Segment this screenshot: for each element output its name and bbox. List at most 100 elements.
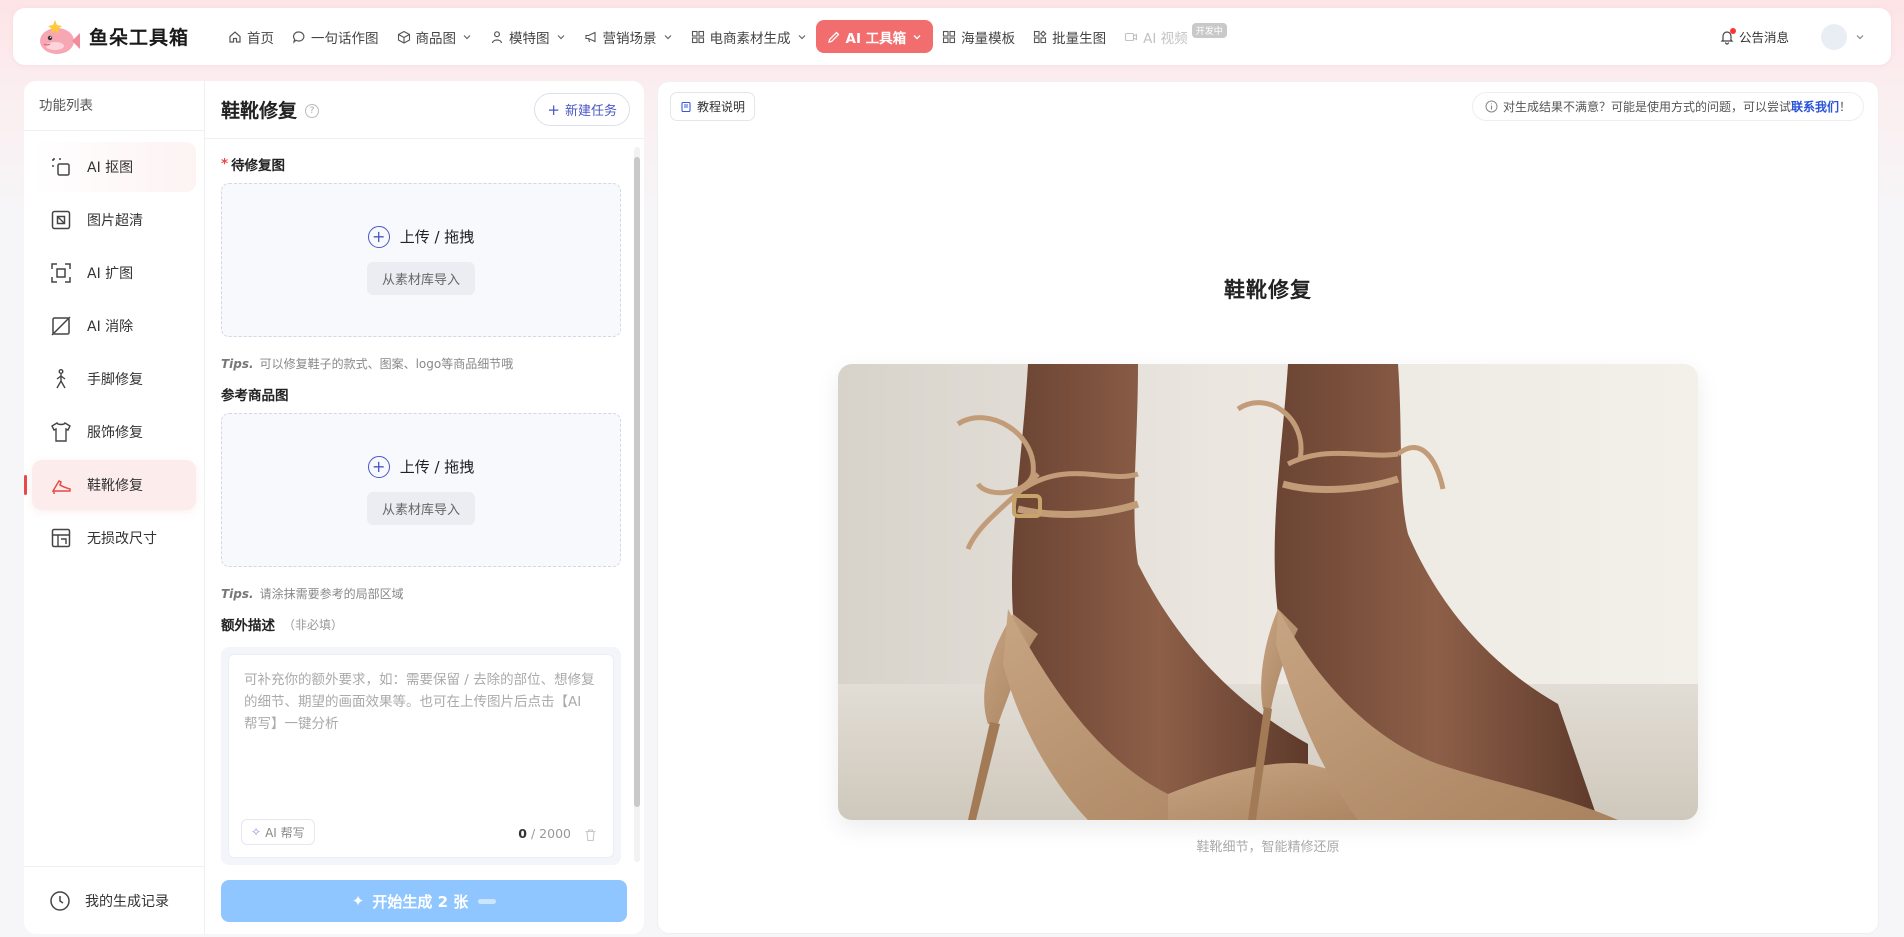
sidebar-item-ai-erase[interactable]: AI 消除 xyxy=(32,301,196,351)
shoe-photo-illustration xyxy=(838,364,1698,820)
trash-icon[interactable] xyxy=(584,828,597,842)
upload-label: 上传 / 拖拽 xyxy=(399,458,475,476)
chevron-down-icon xyxy=(912,32,922,42)
plus-circle-icon: + xyxy=(367,455,390,478)
optional-hint: （非必填） xyxy=(283,617,344,632)
nav-product-image[interactable]: 商品图 xyxy=(388,20,482,53)
active-indicator xyxy=(24,475,27,495)
form-scrollbar[interactable] xyxy=(634,147,640,862)
nav-marketing-scene-label: 营销场景 xyxy=(602,30,657,47)
nav-product-image-label: 商品图 xyxy=(415,30,457,47)
chevron-down-icon[interactable] xyxy=(1855,32,1865,42)
page-title: 鞋靴修复 xyxy=(221,100,298,122)
pen-icon xyxy=(827,30,841,44)
sidebar-history[interactable]: 我的生成记录 xyxy=(24,866,204,934)
sidebar-list: AI 抠图 图片超清 AI 扩图 AI 消除 手脚修复 服饰修复 鞋靴修复 无损… xyxy=(24,131,204,563)
generate-button[interactable]: ✦ 开始生成 2 张 xyxy=(221,880,627,922)
nav-batch-generate[interactable]: 批量生图 xyxy=(1024,20,1115,53)
nav-ecommerce-material[interactable]: 电商素材生成 xyxy=(682,20,816,53)
preview-panel: 教程说明 对生成结果不满意？可能是使用方式的问题，可以尝试 联系我们 ！ 鞋靴修… xyxy=(657,81,1879,934)
section-label-description: 额外描述 （非必填） xyxy=(221,615,617,635)
nav-model-image[interactable]: 模特图 xyxy=(481,20,575,53)
help-icon[interactable]: ? xyxy=(305,103,320,118)
sidebar-item-label: AI 扩图 xyxy=(87,266,134,282)
notice-button[interactable]: 公告消息 xyxy=(1719,27,1789,46)
sidebar-item-label: 服饰修复 xyxy=(87,425,143,441)
info-icon xyxy=(1485,100,1498,113)
upload-action[interactable]: + 上传 / 拖拽 xyxy=(367,455,475,478)
sidebar-item-ai-cutout[interactable]: AI 抠图 xyxy=(32,142,196,192)
char-count: 0 xyxy=(518,826,527,841)
sidebar-item-ai-expand[interactable]: AI 扩图 xyxy=(32,248,196,298)
cutout-icon xyxy=(49,155,73,179)
megaphone-icon xyxy=(584,30,598,44)
nav-ai-toolbox[interactable]: AI 工具箱 xyxy=(815,20,934,53)
sharpen-icon xyxy=(49,208,73,232)
ai-write-button[interactable]: ✧ AI 帮写 xyxy=(241,819,315,845)
nav-templates-label: 海量模板 xyxy=(961,30,1016,47)
description-textarea[interactable]: 可补充你的额外要求，如：需要保留 / 去除的部位、想修复的细节、期望的画面效果等… xyxy=(228,654,614,858)
new-task-button[interactable]: + 新建任务 xyxy=(534,93,630,126)
contact-us-link[interactable]: 联系我们 xyxy=(1791,98,1839,115)
import-from-library-button[interactable]: 从素材库导入 xyxy=(366,491,475,525)
brand-name: 鱼朵工具箱 xyxy=(89,27,190,49)
nav-one-sentence[interactable]: 一句话作图 xyxy=(283,20,388,53)
fish-logo-icon xyxy=(40,19,80,54)
required-mark: * xyxy=(221,156,229,172)
sidebar-item-label: 手脚修复 xyxy=(87,372,143,388)
sidebar-item-hand-foot-fix[interactable]: 手脚修复 xyxy=(32,354,196,404)
shoe-icon xyxy=(49,473,73,497)
import-from-library-button[interactable]: 从素材库导入 xyxy=(366,261,475,295)
person-icon xyxy=(490,30,504,44)
resize-icon xyxy=(49,526,73,550)
tutorial-button[interactable]: 教程说明 xyxy=(670,92,756,121)
upload-zone-to-repair[interactable]: + 上传 / 拖拽 从素材库导入 xyxy=(221,183,621,337)
section-label-text: 参考商品图 xyxy=(221,388,289,404)
main-nav: 首页 一句话作图 商品图 模特图 营销场景 电商素材生成 AI 工具箱 海量模板… xyxy=(219,8,1236,65)
nav-one-sentence-label: 一句话作图 xyxy=(311,30,379,47)
plus-icon: + xyxy=(547,100,560,119)
nav-marketing-scene[interactable]: 营销场景 xyxy=(575,20,682,53)
preview-title: 鞋靴修复 xyxy=(1224,278,1312,302)
nav-home-label: 首页 xyxy=(247,30,274,47)
sidebar-item-clothing-fix[interactable]: 服饰修复 xyxy=(32,407,196,457)
notification-dot xyxy=(1729,27,1736,34)
sidebar-item-super-resolution[interactable]: 图片超清 xyxy=(32,195,196,245)
chevron-down-icon xyxy=(797,32,807,42)
upload-action[interactable]: + 上传 / 拖拽 xyxy=(367,225,474,248)
nav-batch-generate-label: 批量生图 xyxy=(1052,30,1107,47)
apps-icon xyxy=(1033,30,1047,44)
example-shoe-image xyxy=(838,364,1698,820)
nav-templates[interactable]: 海量模板 xyxy=(933,20,1024,53)
description-placeholder: 可补充你的额外要求，如：需要保留 / 去除的部位、想修复的细节、期望的画面效果等… xyxy=(244,672,595,732)
sparkle-icon: ✦ xyxy=(351,892,365,910)
nav-model-image-label: 模特图 xyxy=(509,30,550,47)
sidebar-item-label: AI 抠图 xyxy=(87,160,134,176)
generate-label: 开始生成 2 张 xyxy=(372,892,469,911)
chevron-down-icon xyxy=(556,32,566,42)
tips-prefix: Tips. xyxy=(221,587,254,601)
nav-ai-toolbox-label: AI 工具箱 xyxy=(845,30,907,47)
brand-logo[interactable]: 鱼朵工具箱 xyxy=(35,17,203,57)
scrollbar-thumb[interactable] xyxy=(634,157,640,807)
sidebar-item-lossless-resize[interactable]: 无损改尺寸 xyxy=(32,513,196,563)
section-label-text: 额外描述 xyxy=(221,618,275,634)
upload-zone-reference[interactable]: + 上传 / 拖拽 从素材库导入 xyxy=(221,413,621,567)
avatar[interactable] xyxy=(1821,23,1847,50)
sidebar-item-shoe-fix[interactable]: 鞋靴修复 xyxy=(24,460,196,510)
cube-icon xyxy=(397,30,411,44)
sidebar-title: 功能列表 xyxy=(24,81,204,131)
section-label-text: 待修复图 xyxy=(231,158,286,174)
nav-home[interactable]: 首页 xyxy=(219,20,283,53)
tips-body: 可以修复鞋子的款式、图案、logo等商品细节哦 xyxy=(259,357,514,371)
nav-ai-video[interactable]: AI 视频 开发中 xyxy=(1115,20,1236,53)
tips-text: Tips. 请涂抹需要参考的局部区域 xyxy=(221,585,617,601)
feedback-text: 对生成结果不满意？可能是使用方式的问题，可以尝试 xyxy=(1502,100,1791,114)
feedback-end: ！ xyxy=(1838,100,1851,114)
char-max: / 2000 xyxy=(531,826,571,841)
nav-ecommerce-material-label: 电商素材生成 xyxy=(709,30,791,47)
chevron-down-icon xyxy=(462,32,472,42)
book-icon xyxy=(680,101,692,113)
new-task-label: 新建任务 xyxy=(564,104,617,119)
form-header: 鞋靴修复 ? + 新建任务 xyxy=(205,81,644,139)
